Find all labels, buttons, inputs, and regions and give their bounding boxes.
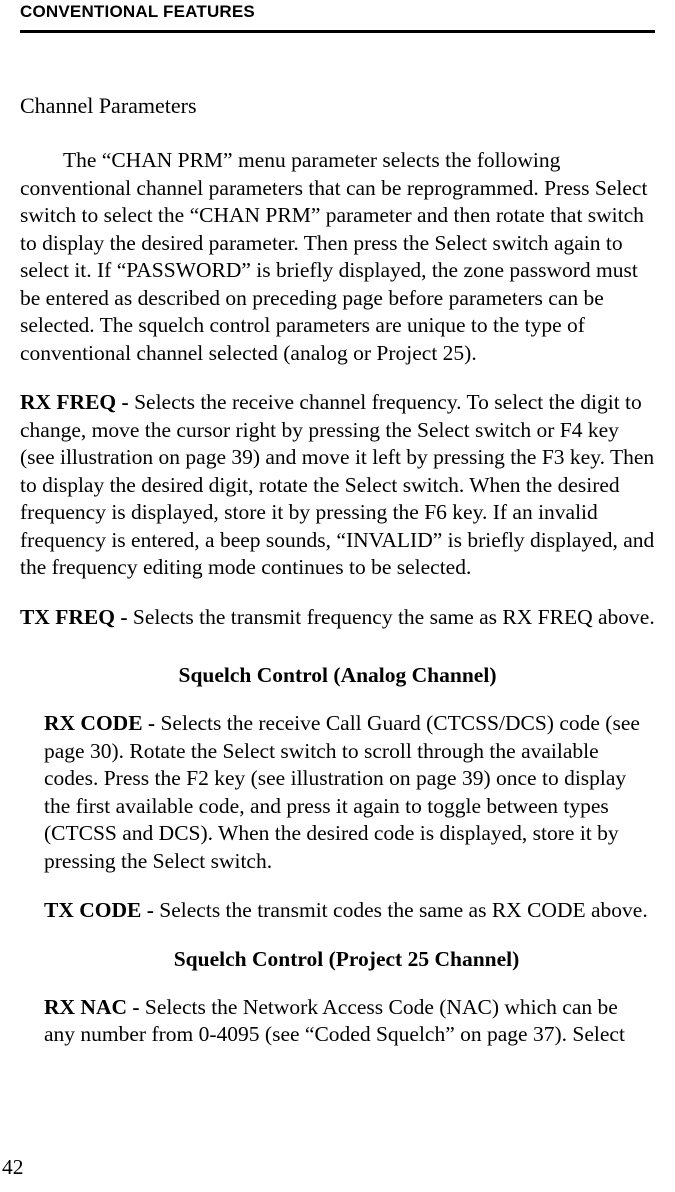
running-header: CONVENTIONAL FEATURES: [20, 0, 655, 30]
rx-code-label: RX CODE -: [44, 711, 160, 735]
rx-freq-text: Selects the receive channel frequency. T…: [20, 390, 654, 579]
tx-freq-label: TX FREQ -: [20, 605, 133, 629]
tx-code-paragraph: TX CODE - Selects the transmit codes the…: [44, 897, 649, 925]
rx-code-paragraph: RX CODE - Selects the receive Call Guard…: [44, 710, 649, 875]
page-container: CONVENTIONAL FEATURES Channel Parameters…: [0, 0, 675, 1192]
rx-nac-label: RX NAC -: [44, 995, 145, 1019]
rx-code-text: Selects the receive Call Guard (CTCSS/DC…: [44, 711, 640, 873]
analog-block: RX CODE - Selects the receive Call Guard…: [20, 710, 655, 1049]
rx-nac-paragraph: RX NAC - Selects the Network Access Code…: [44, 994, 649, 1049]
analog-subheading: Squelch Control (Analog Channel): [20, 663, 655, 688]
p25-subheading: Squelch Control (Project 25 Channel): [44, 947, 649, 972]
tx-freq-paragraph: TX FREQ - Selects the transmit frequency…: [20, 604, 655, 632]
header-rule: [20, 30, 655, 33]
intro-paragraph: The “CHAN PRM” menu parameter selects th…: [20, 147, 655, 367]
rx-freq-label: RX FREQ -: [20, 390, 134, 414]
rx-freq-paragraph: RX FREQ - Selects the receive channel fr…: [20, 389, 655, 582]
tx-code-label: TX CODE -: [44, 898, 159, 922]
tx-code-text: Selects the transmit codes the same as R…: [159, 898, 647, 922]
section-title: Channel Parameters: [20, 93, 655, 119]
tx-freq-text: Selects the transmit frequency the same …: [133, 605, 655, 629]
page-number: 42: [2, 1155, 24, 1180]
